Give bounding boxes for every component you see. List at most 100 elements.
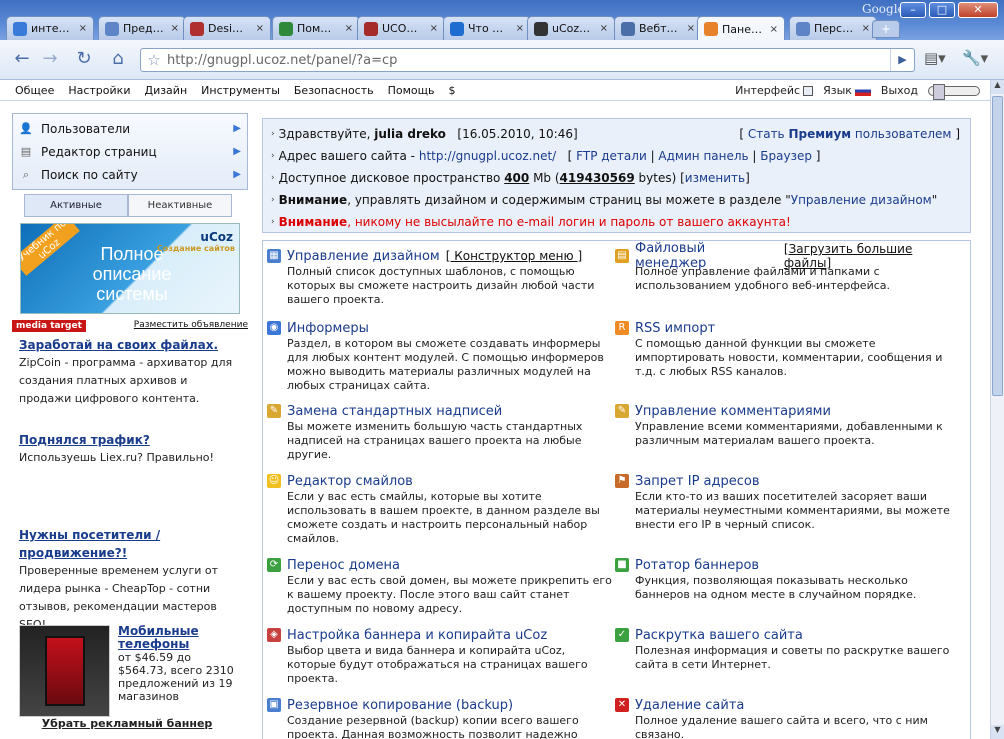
browser-tab[interactable]: Пане… ×	[697, 16, 785, 41]
browser-tab[interactable]: UCO… ×	[357, 16, 445, 40]
browser-link[interactable]: Браузер	[760, 149, 812, 163]
ad-title-link[interactable]: Поднялся трафик?	[19, 431, 239, 449]
favicon-icon	[190, 21, 204, 36]
tab-close-icon[interactable]: ×	[167, 23, 179, 34]
language-label[interactable]: Язык	[823, 84, 852, 97]
username: julia dreko	[374, 127, 446, 141]
menu-help[interactable]: Помощь	[381, 84, 442, 97]
bookmark-star-icon[interactable]: ☆	[141, 51, 167, 69]
scroll-thumb[interactable]	[992, 96, 1003, 396]
tab-close-icon[interactable]: ×	[75, 23, 87, 34]
russian-flag-icon[interactable]	[854, 85, 871, 96]
ad-title-link[interactable]: Заработай на своих файлах.	[19, 336, 239, 354]
home-button[interactable]: ⌂	[106, 48, 130, 72]
module-title-link[interactable]: Запрет IP адресов	[635, 474, 760, 489]
tab-close-icon[interactable]: ×	[512, 23, 524, 34]
maximize-button[interactable]: □	[929, 2, 955, 18]
tab-close-icon[interactable]: ×	[766, 24, 778, 35]
tab-close-icon[interactable]: ×	[858, 23, 870, 34]
menu-general[interactable]: Общее	[8, 84, 61, 97]
tab-label: Пом…	[297, 22, 332, 35]
module-title-link[interactable]: Раскрутка вашего сайта	[635, 628, 803, 643]
module-title-link[interactable]: Ротатор баннеров	[635, 558, 759, 573]
site-url-link[interactable]: http://gnugpl.ucoz.net/	[419, 149, 556, 163]
tab-close-icon[interactable]: ×	[341, 23, 353, 34]
phone-image[interactable]	[19, 625, 110, 717]
menu-payment[interactable]: $	[441, 84, 462, 97]
tab-close-icon[interactable]: ×	[596, 23, 608, 34]
forward-button[interactable]: →	[38, 48, 62, 72]
wrench-menu-icon[interactable]: 🔧▾	[962, 49, 988, 67]
go-icon[interactable]: ▶	[890, 49, 914, 71]
module-title-link[interactable]: Редактор смайлов	[287, 474, 413, 489]
reload-button[interactable]: ↻	[72, 48, 96, 72]
address-line: › Адрес вашего сайта - http://gnugpl.uco…	[271, 149, 821, 163]
module-title-row: ■ Ротатор баннеров	[615, 556, 960, 574]
sidebar-item-users[interactable]: 👤 Пользователи ▶	[19, 117, 241, 140]
place-ad-link[interactable]: Разместить объявление	[134, 320, 248, 330]
premium-link[interactable]: Стать Премиум пользователем	[748, 127, 952, 141]
design-management-link[interactable]: Управление дизайном	[791, 193, 932, 207]
browser-tab[interactable]: Что … ×	[443, 16, 531, 40]
tab-label: Перс…	[814, 22, 854, 35]
module-title-link[interactable]: Резервное копирование (backup)	[287, 698, 513, 713]
ucoz-tutorial-banner[interactable]: Учебник по uCoz Полное описание системы …	[20, 223, 240, 314]
scroll-up-icon[interactable]: ▲	[991, 80, 1004, 94]
url-input[interactable]	[167, 52, 817, 68]
module-title-link[interactable]: Информеры	[287, 321, 369, 336]
browser-tab[interactable]: Desi… ×	[183, 16, 271, 40]
sidebar-item-label: Редактор страниц	[41, 144, 157, 159]
back-button[interactable]: ←	[10, 48, 34, 72]
sidebar-item-page-editor[interactable]: ▤ Редактор страниц ▶	[19, 140, 241, 163]
minimize-button[interactable]: –	[900, 2, 926, 18]
tab-strip: Google – □ ✕ инте… × Пред… × Desi… × Пом… × UCO……	[0, 0, 1004, 41]
module-title-link[interactable]: RSS импорт	[635, 321, 715, 336]
menu-settings[interactable]: Настройки	[61, 84, 137, 97]
menu-tools[interactable]: Инструменты	[194, 84, 287, 97]
browser-tab[interactable]: Перс… ×	[789, 16, 877, 40]
page-scrollbar[interactable]: ▲ ▼	[990, 80, 1004, 739]
module-icon: ✎	[615, 404, 629, 418]
interface-checkbox[interactable]	[803, 85, 814, 96]
ftp-details-link[interactable]: FTP детали	[576, 149, 647, 163]
menu-design[interactable]: Дизайн	[137, 84, 194, 97]
ad-title-link[interactable]: Нужны посетители / продвижение?!	[19, 526, 239, 562]
exit-link[interactable]: Выход	[881, 84, 918, 97]
module-title-row: ▦ Управление дизайном [ Конструктор меню ]	[267, 247, 612, 265]
address-bar[interactable]: ☆ ▶	[140, 48, 915, 72]
module-title-link[interactable]: Настройка баннера и копирайта uCoz	[287, 628, 547, 643]
sidebar-item-site-search[interactable]: ⌕ Поиск по сайту ▶	[19, 163, 241, 186]
browser-tab[interactable]: инте… ×	[6, 16, 94, 40]
module-title-link[interactable]: Перенос домена	[287, 558, 400, 573]
welcome-panel: › Здравствуйте, julia dreko [16.05.2010,…	[262, 118, 971, 233]
ad-text: ZipCoin - программа - архиватор для созд…	[19, 356, 233, 405]
browser-tab[interactable]: Пом… ×	[272, 16, 360, 40]
product-title-link[interactable]: Мобильные телефоны	[118, 625, 242, 651]
close-window-button[interactable]: ✕	[958, 2, 998, 18]
browser-tab[interactable]: Пред… ×	[98, 16, 186, 40]
module-extra-link[interactable]: [ Конструктор меню ]	[446, 249, 582, 263]
page-menu-icon[interactable]: ▤▾	[924, 49, 946, 67]
disk-line: › Доступное дисковое пространство 400 Mb…	[271, 171, 750, 185]
module-title-link[interactable]: Удаление сайта	[635, 698, 744, 713]
admin-panel-link[interactable]: Админ панель	[658, 149, 748, 163]
module-title-link[interactable]: Управление дизайном	[287, 249, 440, 264]
tab-close-icon[interactable]: ×	[426, 23, 438, 34]
tab-active[interactable]: Активные	[24, 194, 128, 217]
tab-inactive[interactable]: Неактивные	[128, 194, 232, 217]
module-title-link[interactable]: Замена стандартных надписей	[287, 404, 502, 419]
browser-tab[interactable]: uCoz… ×	[527, 16, 615, 40]
change-disk-link[interactable]: изменить	[685, 171, 745, 185]
favicon-icon	[704, 22, 718, 36]
browser-tab[interactable]: Вебт… ×	[614, 16, 702, 40]
tab-close-icon[interactable]: ×	[252, 23, 264, 34]
tab-close-icon[interactable]: ×	[683, 23, 695, 34]
remove-banner-link[interactable]: Убрать рекламный баннер	[12, 717, 242, 730]
module-title-link[interactable]: Управление комментариями	[635, 404, 831, 419]
media-target-bar: media target Разместить объявление	[12, 320, 248, 332]
module-description: Если кто-то из ваших посетителей засоряе…	[635, 490, 950, 531]
width-slider[interactable]	[928, 83, 980, 100]
scroll-down-icon[interactable]: ▼	[991, 725, 1004, 739]
menu-security[interactable]: Безопасность	[287, 84, 381, 97]
new-tab-button[interactable]: +	[872, 20, 900, 38]
